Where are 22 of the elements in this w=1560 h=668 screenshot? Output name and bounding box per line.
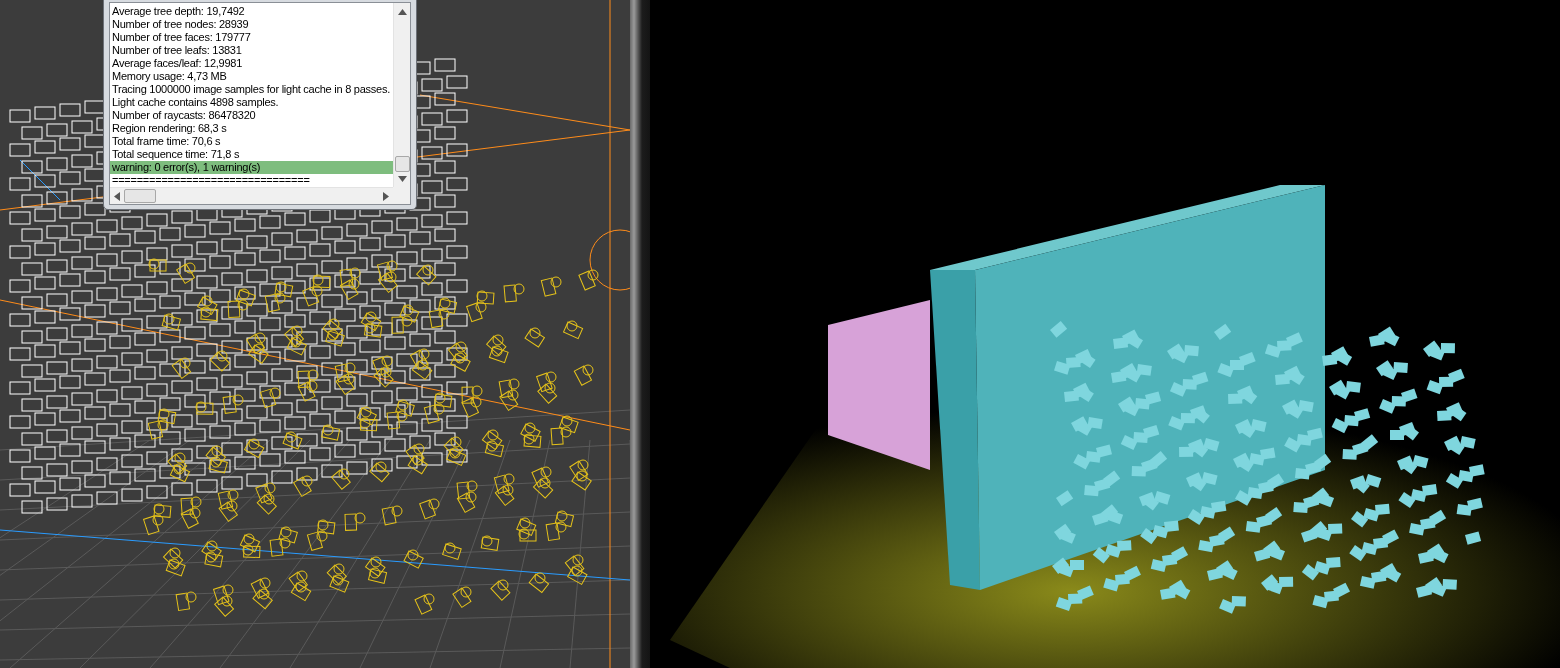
log-line[interactable]: ================================ — [110, 174, 393, 187]
log-line[interactable]: Total sequence time: 71,8 s — [110, 148, 393, 161]
scroll-down-icon[interactable] — [397, 176, 407, 182]
log-line[interactable]: Memory usage: 4,73 MB — [110, 70, 393, 83]
log-line[interactable]: Average faces/leaf: 12,9981 — [110, 57, 393, 70]
horizontal-scrollbar[interactable] — [110, 187, 393, 204]
log-line[interactable]: Average tree depth: 19,7492 — [110, 5, 393, 18]
log-line[interactable]: Light cache contains 4898 samples. — [110, 96, 393, 109]
scroll-right-icon[interactable] — [383, 191, 389, 201]
log-line[interactable]: Number of tree faces: 179777 — [110, 31, 393, 44]
log-line[interactable]: Number of raycasts: 86478320 — [110, 109, 393, 122]
log-line[interactable]: Tracing 1000000 image samples for light cache in 8 passes. — [110, 83, 393, 96]
scroll-left-icon[interactable] — [114, 191, 120, 201]
log-line[interactable]: Number of tree nodes: 28939 — [110, 18, 393, 31]
scrollbar-thumb[interactable] — [394, 156, 410, 172]
panel-splitter[interactable] — [630, 0, 650, 668]
vertical-scrollbar[interactable] — [393, 3, 410, 187]
log-line[interactable]: Region rendering: 68,3 s — [110, 122, 393, 135]
log-line[interactable]: Total frame time: 70,6 s — [110, 135, 393, 148]
scrollbar-thumb[interactable] — [124, 189, 156, 203]
log-line[interactable]: Number of tree leafs: 13831 — [110, 44, 393, 57]
scroll-up-icon[interactable] — [397, 9, 407, 15]
